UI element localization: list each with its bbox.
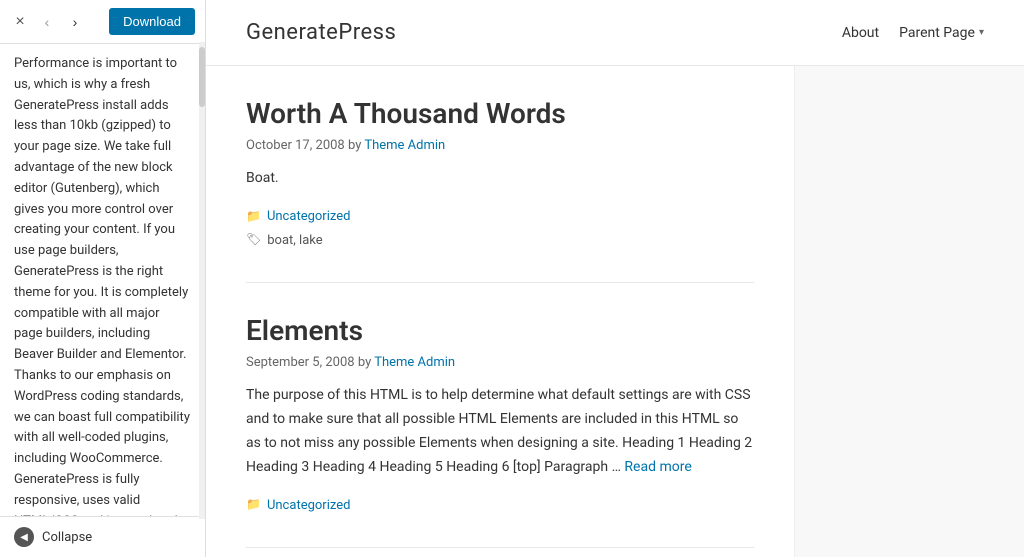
post-meta: September 5, 2008 by Theme Admin: [246, 355, 754, 370]
site-title: GeneratePress: [246, 20, 396, 45]
posts-area: Worth A Thousand Words October 17, 2008 …: [206, 66, 794, 557]
post-tags-row: 🏷 boat, lake: [246, 229, 754, 252]
content-layout: Worth A Thousand Words October 17, 2008 …: [206, 66, 1024, 557]
download-button[interactable]: Download: [109, 8, 195, 35]
post-footer: 📁 Uncategorized: [246, 494, 754, 517]
post-category[interactable]: Uncategorized: [267, 494, 350, 517]
collapse-section[interactable]: ◀ Collapse: [0, 516, 205, 557]
post-by: by: [358, 355, 374, 370]
post-entry: Worth A Thousand Words October 17, 2008 …: [246, 96, 754, 283]
main-wrapper: GeneratePress About Parent Page ▾ Worth …: [206, 0, 1024, 557]
main-content: Worth A Thousand Words October 17, 2008 …: [206, 66, 794, 557]
parent-page-link[interactable]: Parent Page: [899, 25, 975, 41]
site-navigation: About Parent Page ▾: [842, 25, 984, 41]
post-category-row: 📁 Uncategorized: [246, 494, 754, 517]
post-author[interactable]: Theme Admin: [374, 355, 455, 370]
sidebar-content: Performance is important to us, which is…: [0, 44, 205, 516]
tag-icon: 🏷: [246, 229, 261, 251]
post-by: by: [348, 138, 364, 153]
post-entry: Elements September 5, 2008 by Theme Admi…: [246, 313, 754, 548]
post-author[interactable]: Theme Admin: [364, 138, 445, 153]
folder-icon: 📁: [246, 206, 261, 228]
post-date: October 17, 2008: [246, 138, 345, 153]
scroll-indicator: [199, 42, 205, 519]
post-title: Elements: [246, 313, 754, 349]
post-date: September 5, 2008: [246, 355, 355, 370]
site-header: GeneratePress About Parent Page ▾: [206, 0, 1024, 66]
post-excerpt: The purpose of this HTML is to help dete…: [246, 384, 754, 479]
post-meta: October 17, 2008 by Theme Admin: [246, 138, 754, 153]
read-more-link[interactable]: Read more: [624, 459, 691, 475]
post-footer: 📁 Uncategorized 🏷 boat, lake: [246, 205, 754, 252]
post-category[interactable]: Uncategorized: [267, 205, 350, 228]
forward-button[interactable]: ›: [64, 11, 86, 33]
folder-icon: 📁: [246, 494, 261, 516]
back-button[interactable]: ‹: [36, 11, 58, 33]
post-tags: boat, lake: [267, 229, 322, 252]
post-category-row: 📁 Uncategorized: [246, 205, 754, 228]
chevron-down-icon: ▾: [979, 27, 984, 38]
sidebar-text: Performance is important to us, which is…: [14, 54, 191, 516]
sidebar-header: × ‹ › Download: [0, 0, 205, 44]
right-sidebar: [794, 66, 1024, 557]
close-button[interactable]: ×: [10, 12, 30, 32]
nav-about[interactable]: About: [842, 25, 879, 41]
post-title: Worth A Thousand Words: [246, 96, 754, 132]
collapse-label: Collapse: [42, 530, 92, 545]
scroll-thumb: [199, 47, 205, 107]
sidebar: × ‹ › Download Performance is important …: [0, 0, 206, 557]
post-excerpt: Boat.: [246, 167, 754, 191]
collapse-icon: ◀: [14, 527, 34, 547]
nav-parent-page[interactable]: Parent Page ▾: [899, 25, 984, 41]
